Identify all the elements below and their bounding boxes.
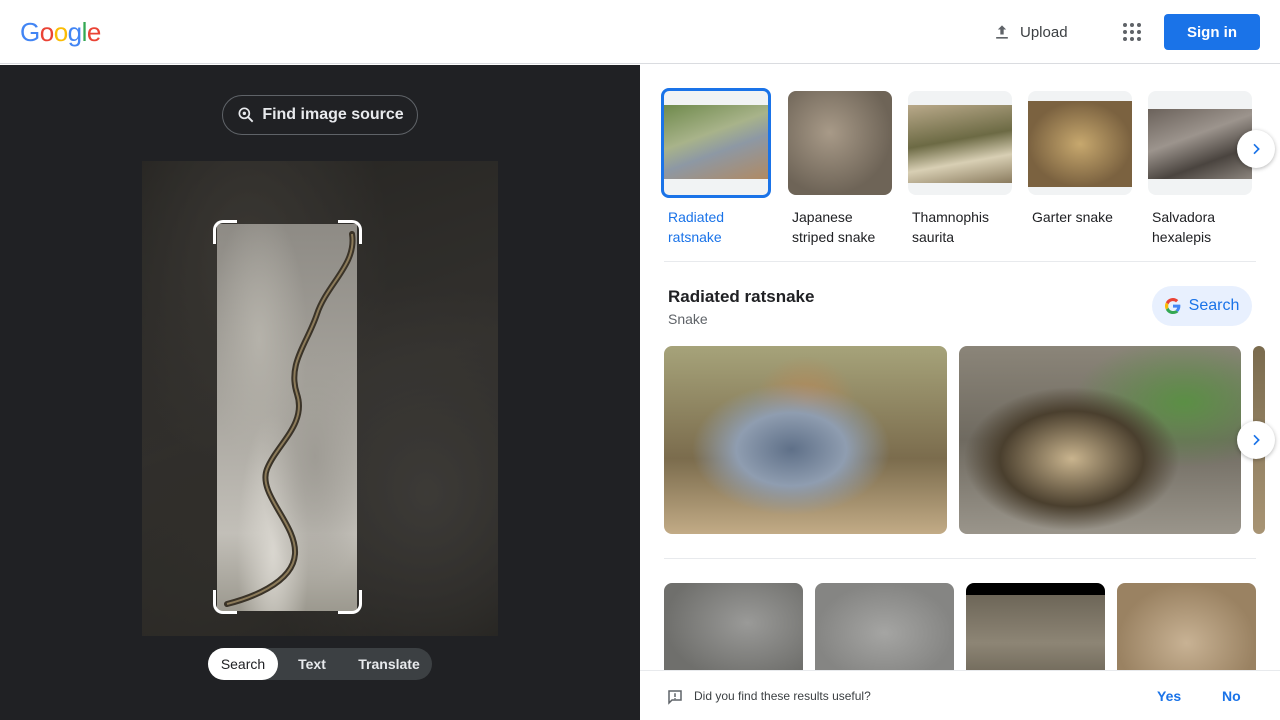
entity-label: Radiated ratsnake [668, 209, 725, 245]
result-image[interactable] [959, 346, 1241, 534]
entity-search-label: Search [1188, 297, 1240, 314]
entity-thumbnail [1028, 91, 1132, 195]
crop-handle-bottom-left[interactable] [213, 590, 237, 614]
lens-search-icon [238, 107, 254, 123]
entity-label: Garter snake [1032, 209, 1113, 225]
mode-switcher: Search Text Translate [208, 648, 432, 680]
crop-handle-bottom-right[interactable] [338, 590, 362, 614]
upload-icon [996, 25, 1008, 39]
find-image-source-button[interactable]: Find image source [222, 95, 418, 135]
upload-button[interactable]: Upload [992, 18, 1068, 46]
related-entities-carousel: Radiated ratsnake Japanese striped snake… [661, 88, 1256, 247]
snake-figure [224, 231, 356, 607]
entity-thumbnail [908, 91, 1012, 195]
entity-label: Thamnophis saurita [912, 209, 990, 245]
crop-handle-top-right[interactable] [338, 220, 362, 244]
entity-subtitle: Snake [668, 311, 708, 327]
chevron-right-icon [1253, 143, 1260, 155]
google-logo[interactable]: Google [20, 17, 101, 48]
upload-label: Upload [1020, 23, 1068, 41]
feedback-yes-button[interactable]: Yes [1157, 688, 1181, 704]
entity-thumbnail [1148, 91, 1252, 195]
sign-in-button[interactable]: Sign in [1164, 14, 1260, 50]
entity-title: Radiated ratsnake [668, 287, 815, 306]
entity-thumbnail [788, 91, 892, 195]
entity-search-button[interactable]: Search [1152, 286, 1252, 326]
query-image [142, 161, 498, 636]
carousel-next-button[interactable] [1237, 421, 1275, 459]
entity-chip[interactable]: Thamnophis saurita [908, 91, 1016, 247]
find-image-source-label: Find image source [262, 106, 404, 123]
apps-grid-icon[interactable] [1120, 20, 1144, 44]
entity-chip[interactable]: Salvadora hexalepis [1148, 91, 1256, 247]
crop-selection[interactable] [217, 224, 357, 611]
result-image[interactable] [966, 583, 1105, 683]
divider [664, 261, 1256, 262]
result-image[interactable] [664, 583, 803, 683]
feedback-bar: Did you find these results useful? Yes N… [640, 670, 1280, 720]
crop-handle-top-left[interactable] [213, 220, 237, 244]
entity-label: Salvadora hexalepis [1152, 209, 1216, 245]
google-g-icon [1164, 298, 1181, 314]
feedback-no-button[interactable]: No [1222, 688, 1241, 704]
feedback-question: Did you find these results useful? [694, 689, 871, 703]
query-image-pane: Find image source Search Text Translate [0, 65, 640, 720]
mode-search-tab[interactable]: Search [208, 648, 278, 680]
logo-letter: G [20, 17, 40, 47]
result-image[interactable] [815, 583, 954, 683]
carousel-next-button[interactable] [1237, 130, 1275, 168]
logo-letter: g [67, 17, 82, 47]
divider [664, 558, 1256, 559]
mode-translate-tab[interactable]: Translate [346, 648, 432, 680]
entity-chip[interactable]: Radiated ratsnake [661, 88, 772, 247]
result-image[interactable] [664, 346, 947, 534]
entity-chip[interactable]: Garter snake [1028, 91, 1136, 227]
result-image[interactable] [1117, 583, 1256, 683]
results-pane: Radiated ratsnake Japanese striped snake… [640, 65, 1280, 720]
entity-chip[interactable]: Japanese striped snake [788, 91, 896, 247]
chevron-right-icon [1253, 434, 1260, 446]
feedback-icon [668, 690, 682, 705]
logo-letter: o [53, 17, 68, 47]
mode-text-tab[interactable]: Text [278, 648, 346, 680]
logo-letter: e [86, 17, 101, 47]
entity-label: Japanese striped snake [792, 209, 876, 245]
entity-thumbnail [661, 88, 771, 198]
header: Google Upload Sign in [0, 0, 1280, 64]
logo-letter: o [39, 17, 54, 47]
